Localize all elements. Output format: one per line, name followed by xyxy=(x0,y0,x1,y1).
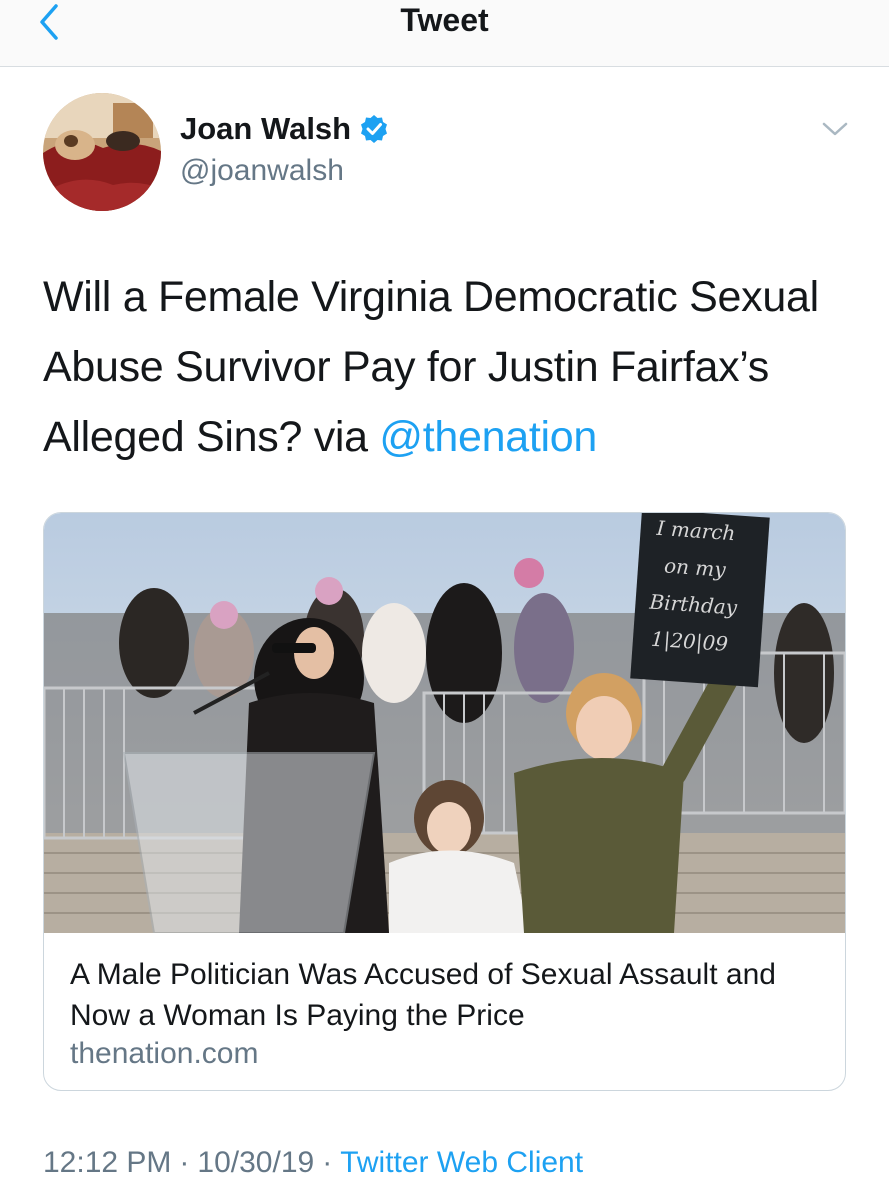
meta-separator: · xyxy=(179,1146,190,1179)
meta-separator: · xyxy=(322,1146,333,1179)
author-row: Joan Walsh xyxy=(180,111,389,147)
tweet-time: 12:12 PM xyxy=(43,1146,172,1179)
verified-badge-icon xyxy=(361,115,388,143)
link-card[interactable]: I march on my Birthday 1|20|09 A Male Po… xyxy=(43,512,846,1091)
tweet-text: Will a Female Virginia Democratic Sexual… xyxy=(43,262,853,472)
avatar[interactable] xyxy=(43,93,161,211)
card-domain: thenation.com xyxy=(70,1037,259,1070)
tweet-source-link[interactable]: Twitter Web Client xyxy=(340,1146,583,1179)
tweet-metadata: 12:12 PM · 10/30/19 · Twitter Web Client xyxy=(43,1146,583,1180)
author-name[interactable]: Joan Walsh xyxy=(180,111,351,147)
card-image: I march on my Birthday 1|20|09 xyxy=(44,513,845,933)
navigation-bar: Tweet xyxy=(0,0,889,67)
tweet-date: 10/30/19 xyxy=(197,1146,315,1179)
author-handle[interactable]: @joanwalsh xyxy=(180,154,344,188)
mention-link[interactable]: @thenation xyxy=(379,413,597,461)
sign-line-2: on my xyxy=(663,553,727,581)
card-title[interactable]: A Male Politician Was Accused of Sexual … xyxy=(70,954,830,1036)
chevron-down-icon[interactable] xyxy=(820,114,850,144)
page-title: Tweet xyxy=(400,2,489,38)
